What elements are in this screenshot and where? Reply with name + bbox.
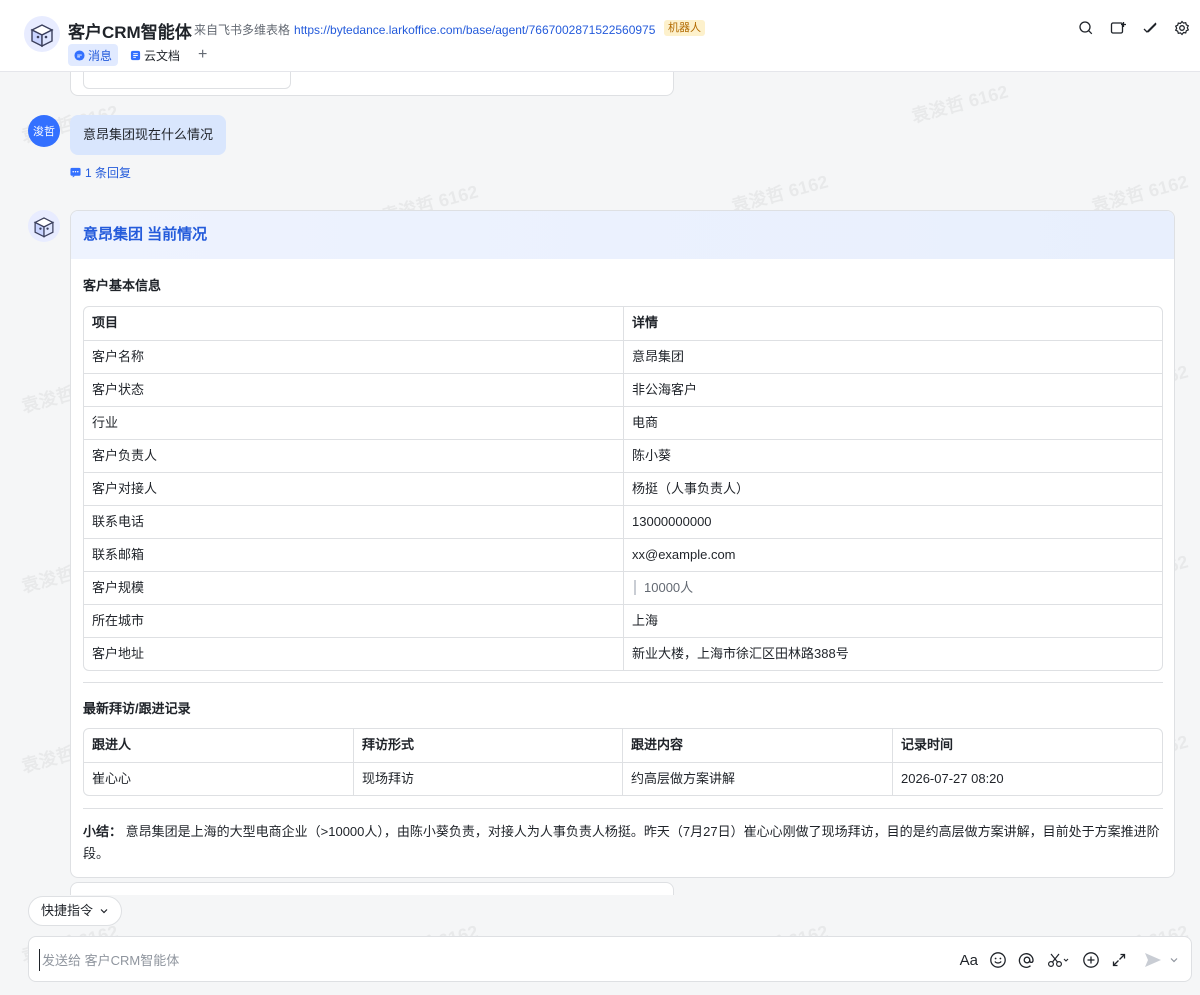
mention-icon[interactable] bbox=[1018, 949, 1036, 971]
header-actions bbox=[1064, 18, 1192, 38]
visit-records-title: 最新拜访/跟进记录 bbox=[83, 701, 191, 716]
table-cell: 客户对接人 bbox=[92, 481, 158, 496]
table-header-cell: 记录时间 bbox=[892, 729, 1162, 762]
composer-tools: Aa bbox=[949, 949, 1179, 971]
tab-bar: 消息 云文档 + bbox=[68, 44, 213, 66]
visit-records-table: 跟进人 拜访形式 跟进内容 记录时间崔心心 现场拜访 约高层做方案讲解 2026-07-27… bbox=[83, 728, 1163, 796]
table-cell: 现场拜访 bbox=[353, 763, 622, 795]
table-cell: 电商 bbox=[623, 407, 1162, 439]
table-row: 客户对接人 杨挺（人事负责人） bbox=[84, 472, 1162, 505]
tab-label: 云文档 bbox=[144, 48, 181, 63]
chevron-down-icon bbox=[99, 906, 109, 916]
search-icon[interactable] bbox=[1076, 18, 1096, 38]
table-cell: 新业大楼，上海市徐汇区田林路388号 bbox=[623, 638, 1162, 670]
table-cell: 杨挺（人事负责人） bbox=[623, 473, 1162, 505]
table-cell: 行业 bbox=[92, 415, 119, 430]
table-cell: 崔心心 bbox=[92, 771, 132, 786]
scissors-icon[interactable] bbox=[1047, 949, 1071, 971]
bot-avatar-icon[interactable] bbox=[28, 210, 60, 242]
doc-icon bbox=[130, 50, 141, 61]
table-row: 客户规模 10000人 bbox=[84, 571, 1162, 604]
send-options-icon[interactable] bbox=[1169, 949, 1179, 971]
table-cell: 客户状态 bbox=[92, 382, 145, 397]
reply-count: 1 条回复 bbox=[85, 166, 132, 180]
divider bbox=[83, 682, 1163, 683]
previous-card bbox=[70, 72, 674, 96]
tab-messages[interactable]: 消息 bbox=[68, 44, 119, 66]
add-to-chat-icon[interactable] bbox=[1108, 18, 1128, 38]
table-cell: 10000人 bbox=[623, 572, 1162, 604]
bot-reply-card: 意昂集团 当前情况 客户基本信息 项目 详情 客户名称 意昂集团 客户状态 非公海客户 行业… bbox=[70, 210, 1175, 878]
tab-label: 消息 bbox=[88, 48, 113, 63]
divider bbox=[83, 808, 1163, 809]
basic-info-table: 项目 详情客户名称 意昂集团客户状态 非公海客户行业 电商客户负责人 陈小葵客户对接人 杨挺… bbox=[83, 306, 1163, 671]
basic-info-title: 客户基本信息 bbox=[83, 278, 162, 293]
table-cell: 所在城市 bbox=[92, 613, 145, 628]
source-link[interactable]: https://bytedance.larkoffice.com/base/ag… bbox=[294, 23, 655, 37]
table-header-cell: 项目 bbox=[92, 315, 119, 330]
table-cell-value: 10000人 bbox=[634, 580, 694, 595]
bot-badge: 机器人 bbox=[664, 20, 705, 36]
message-composer: Aa bbox=[28, 936, 1192, 982]
table-cell: 意昂集团 bbox=[623, 341, 1162, 373]
table-cell: 客户地址 bbox=[92, 646, 145, 661]
table-cell: 约高层做方案讲解 bbox=[622, 763, 892, 795]
table-row: 联系电话 13000000000 bbox=[84, 505, 1162, 538]
user-message: 意昂集团现在什么情况 bbox=[70, 115, 227, 155]
tab-cloud-docs[interactable]: 云文档 bbox=[124, 44, 186, 66]
summary-label: 小结： bbox=[83, 824, 123, 839]
table-row: 客户负责人 陈小葵 bbox=[84, 439, 1162, 472]
table-row: 客户名称 意昂集团 bbox=[84, 340, 1162, 373]
summary-text: 意昂集团是上海的大型电商企业（>10000人），由陈小葵负责，对接人为人事负责人… bbox=[83, 824, 1160, 861]
table-header-row: 项目 详情 bbox=[84, 307, 1162, 340]
table-cell: 客户规模 bbox=[92, 580, 145, 595]
quick-commands-button[interactable]: 快捷指令 bbox=[28, 896, 123, 926]
table-row: 行业 电商 bbox=[84, 406, 1162, 439]
table-row: 崔心心 现场拜访 约高层做方案讲解 2026-07-27 08:20 bbox=[84, 762, 1162, 795]
source-info: 来自飞书多维表格 https://bytedance.larkoffice.com… bbox=[194, 21, 655, 38]
table-cell: 联系电话 bbox=[92, 514, 145, 529]
table-cell: 客户负责人 bbox=[92, 448, 158, 463]
user-avatar[interactable]: 浚哲 bbox=[28, 115, 60, 147]
reply-thread-link[interactable]: 1 条回复 bbox=[70, 164, 131, 181]
table-cell: 联系邮箱 bbox=[92, 547, 145, 562]
bot-avatar-icon[interactable] bbox=[24, 16, 60, 52]
table-cell: 陈小葵 bbox=[623, 440, 1162, 472]
summary: 小结： 意昂集团是上海的大型电商企业（>10000人），由陈小葵负责，对接人为人… bbox=[83, 821, 1163, 865]
table-header-cell: 详情 bbox=[623, 307, 1162, 340]
add-tab-button[interactable]: + bbox=[192, 46, 213, 64]
message-icon bbox=[74, 49, 85, 61]
page-title: 客户CRM智能体 bbox=[68, 23, 192, 42]
table-cell: xx@example.com bbox=[623, 539, 1162, 571]
table-cell: 13000000000 bbox=[623, 506, 1162, 538]
table-cell: 上海 bbox=[623, 605, 1162, 637]
add-attachment-icon[interactable] bbox=[1082, 949, 1100, 971]
card-title: 意昂集团 当前情况 bbox=[71, 211, 1174, 259]
table-header-row: 跟进人 拜访形式 跟进内容 记录时间 bbox=[84, 729, 1162, 762]
table-header-cell: 跟进人 bbox=[92, 737, 132, 752]
table-header-cell: 拜访形式 bbox=[353, 729, 622, 762]
table-cell: 客户名称 bbox=[92, 349, 145, 364]
settings-icon[interactable] bbox=[1172, 18, 1192, 38]
table-cell: 非公海客户 bbox=[623, 374, 1162, 406]
source-prefix: 来自飞书多维表格 bbox=[194, 23, 291, 37]
emoji-icon[interactable] bbox=[989, 949, 1007, 971]
table-row: 客户地址 新业大楼，上海市徐汇区田林路388号 bbox=[84, 637, 1162, 670]
send-icon[interactable] bbox=[1143, 949, 1163, 971]
quick-commands-label: 快捷指令 bbox=[41, 903, 94, 918]
next-card bbox=[70, 882, 674, 895]
expand-icon[interactable] bbox=[1111, 949, 1127, 971]
table-header-cell: 跟进内容 bbox=[622, 729, 892, 762]
table-row: 联系邮箱 xx@example.com bbox=[84, 538, 1162, 571]
table-row: 所在城市 上海 bbox=[84, 604, 1162, 637]
checkmark-icon[interactable] bbox=[1140, 18, 1160, 38]
format-text-icon[interactable]: Aa bbox=[960, 949, 978, 971]
previous-card-button[interactable] bbox=[83, 72, 291, 89]
table-cell: 2026-07-27 08:20 bbox=[892, 763, 1162, 795]
message-list[interactable]: 浚哲 意昂集团现在什么情况 1 条回复 意昂集团 当前情况 客户基本信息 项目 详… bbox=[8, 72, 1192, 895]
chat-header: 客户CRM智能体 来自飞书多维表格 https://bytedance.larko… bbox=[0, 0, 1200, 72]
reply-icon bbox=[70, 167, 81, 178]
message-input[interactable] bbox=[39, 949, 739, 971]
table-row: 客户状态 非公海客户 bbox=[84, 373, 1162, 406]
